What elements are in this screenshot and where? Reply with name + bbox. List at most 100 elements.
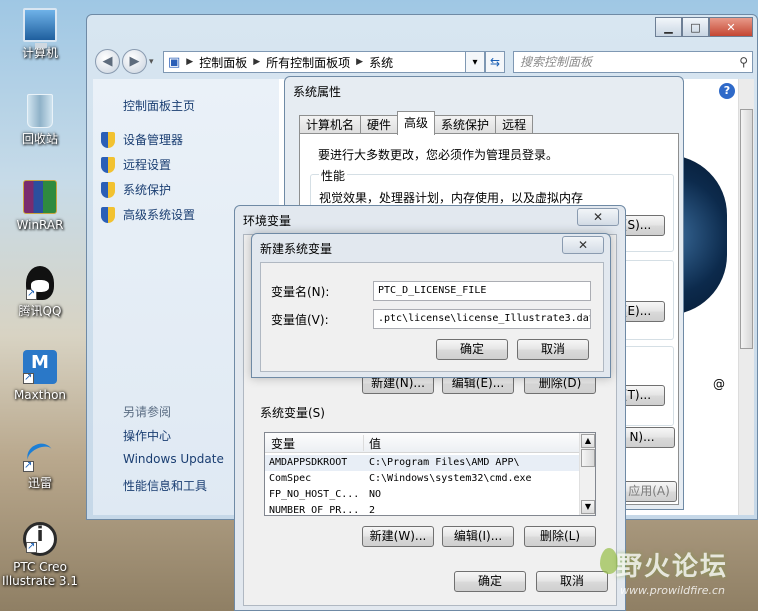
newvar-cancel-button[interactable]: 取消 (517, 339, 589, 360)
address-dropdown-button[interactable]: ▾ (465, 51, 485, 73)
variable-value-label: 变量值(V): (271, 313, 329, 327)
shortcut-arrow-icon (26, 540, 37, 554)
see-also-heading: 另请参阅 (123, 405, 172, 419)
uac-shield-icon (101, 181, 115, 198)
system-new-button[interactable]: 新建(W)... (362, 526, 434, 547)
search-icon[interactable]: ⚲ (739, 52, 748, 72)
desktop-icon-label: WinRAR (16, 218, 64, 232)
group-description: 视觉效果，处理器计划，内存使用，以及虚拟内存 (319, 191, 584, 205)
variable-value: C:\Windows\system32\cmd.exe (369, 473, 532, 484)
link-action-center[interactable]: 操作中心 (123, 427, 171, 444)
close-button[interactable]: ✕ (709, 17, 753, 37)
back-button[interactable]: ◀ (95, 49, 120, 74)
search-input[interactable]: 搜索控制面板 ⚲ (513, 51, 753, 73)
sidebar-item-remote-settings[interactable]: 远程设置 (101, 156, 171, 173)
scrollbar-thumb[interactable] (581, 449, 595, 467)
dialog-title: 新建系统变量 (260, 242, 333, 256)
desktop-icon-qq[interactable]: 腾讯QQ (0, 266, 80, 318)
newvar-ok-button[interactable]: 确定 (436, 339, 508, 360)
dialog-body: 变量名(N): PTC_D_LICENSE_FILE 变量值(V): .ptc\… (260, 262, 604, 372)
variable-name: NUMBER_OF_PR... (269, 505, 359, 516)
address-bar[interactable]: ▣ ▶ 控制面板 ▶ 所有控制面板项 ▶ 系统 (163, 51, 485, 73)
scroll-down-icon[interactable]: ▼ (581, 500, 595, 514)
computer-icon (23, 8, 57, 48)
table-scrollbar[interactable]: ▲ ▼ (579, 433, 595, 515)
column-divider[interactable] (363, 435, 364, 451)
sidebar-item-label: 远程设置 (123, 158, 172, 172)
desktop-icon-label: 迅雷 (27, 476, 52, 490)
content-scrollbar[interactable] (738, 79, 754, 515)
variable-name-field[interactable]: PTC_D_LICENSE_FILE (373, 281, 591, 301)
breadcrumb-all-items[interactable]: 所有控制面板项 (266, 54, 350, 71)
desktop-icon-maxthon[interactable]: Maxthon (0, 350, 80, 402)
sidebar-home-link[interactable]: 控制面板主页 (123, 97, 195, 114)
breadcrumb-system[interactable]: 系统 (369, 54, 393, 71)
scrollbar-thumb[interactable] (740, 109, 753, 349)
maxthon-icon (23, 350, 57, 385)
dialog-title: 环境变量 (243, 214, 292, 228)
close-button[interactable]: ✕ (577, 208, 619, 226)
close-button[interactable]: ✕ (562, 236, 604, 254)
link-performance-info[interactable]: 性能信息和工具 (123, 477, 207, 494)
sidebar-item-label: 系统保护 (123, 183, 172, 197)
link-windows-update[interactable]: Windows Update (123, 452, 224, 466)
maximize-button[interactable]: □ (682, 17, 709, 37)
sidebar-item-device-manager[interactable]: 设备管理器 (101, 131, 183, 148)
variable-value-field[interactable]: .ptc\license\license_Illustrate3.dat (373, 309, 591, 329)
tab-system-protection[interactable]: 系统保护 (434, 115, 497, 135)
desktop-icon-computer[interactable]: 计算机 (0, 8, 80, 60)
desktop-icon-label: Illustrate 3.1 (1, 574, 79, 588)
variable-name-label: 变量名(N): (271, 285, 330, 299)
forward-button[interactable]: ▶ (122, 49, 147, 74)
table-row[interactable]: AMDAPPSDKROOT C:\Program Files\AMD APP\ (265, 455, 581, 471)
tab-remote[interactable]: 远程 (495, 115, 534, 135)
tab-advanced[interactable]: 高级 (397, 111, 436, 135)
sidebar-item-advanced-settings[interactable]: 高级系统设置 (101, 206, 195, 223)
help-icon[interactable]: ? (719, 83, 735, 99)
tab-hardware[interactable]: 硬件 (360, 115, 399, 135)
qq-icon (26, 266, 54, 301)
refresh-button[interactable]: ⇆ (485, 51, 505, 73)
admin-note: 要进行大多数更改，您必须作为管理员登录。 (318, 148, 559, 162)
system-variables-label: 系统变量(S) (260, 406, 325, 420)
system-delete-button[interactable]: 删除(L) (524, 526, 596, 547)
tab-strip: 计算机名 硬件 高级 系统保护 远程 (299, 111, 534, 135)
table-row[interactable]: NUMBER_OF_PR... 2 (265, 503, 581, 516)
breadcrumb-control-panel[interactable]: 控制面板 (199, 54, 247, 71)
sidebar-item-system-protection[interactable]: 系统保护 (101, 181, 171, 198)
uac-shield-icon (101, 156, 115, 173)
shortcut-arrow-icon (23, 459, 34, 473)
tab-computer-name[interactable]: 计算机名 (299, 115, 362, 135)
desktop-icon-recycle-bin[interactable]: 回收站 (0, 94, 80, 146)
nav-buttons: ◀ ▶ ▾ (95, 49, 154, 74)
variable-value: 2 (369, 505, 376, 516)
column-header-variable[interactable]: 变量 (271, 435, 295, 452)
env-ok-button[interactable]: 确定 (454, 571, 526, 592)
window-controls: ▁ □ ✕ (655, 17, 753, 37)
scroll-up-icon[interactable]: ▲ (581, 434, 595, 448)
desktop-icon-label: 回收站 (21, 132, 58, 146)
table-row[interactable]: FP_NO_HOST_C... NO (265, 487, 581, 503)
table-row[interactable]: ComSpec C:\Windows\system32\cmd.exe (265, 471, 581, 487)
control-panel-icon: ▣ (168, 54, 181, 70)
apply-button[interactable]: 应用(A) (621, 481, 677, 502)
column-header-value[interactable]: 值 (369, 435, 381, 452)
ptc-creo-icon (23, 522, 57, 556)
system-edit-button[interactable]: 编辑(I)... (442, 526, 514, 547)
desktop-icon-label: Maxthon (13, 388, 67, 402)
breadcrumb-separator: ▶ (186, 57, 194, 67)
shortcut-arrow-icon (23, 371, 34, 385)
desktop-icon-thunder[interactable]: 迅雷 (0, 438, 80, 490)
table-header: 变量 值 (265, 433, 581, 453)
recent-pages-icon[interactable]: ▾ (149, 57, 154, 67)
uac-shield-icon (101, 131, 115, 148)
sidebar-item-label: 高级系统设置 (123, 208, 196, 222)
breadcrumb-separator: ▶ (253, 57, 261, 67)
new-system-variable-dialog: 新建系统变量 ✕ 变量名(N): PTC_D_LICENSE_FILE 变量值(… (251, 233, 611, 378)
desktop-icon-winrar[interactable]: WinRAR (0, 180, 80, 232)
minimize-button[interactable]: ▁ (655, 17, 682, 37)
recycle-bin-icon (27, 94, 53, 128)
system-variables-table[interactable]: 变量 值 AMDAPPSDKROOT C:\Program Files\AMD … (264, 432, 596, 516)
desktop-icon-ptc-creo[interactable]: PTC Creo Illustrate 3.1 (0, 522, 80, 588)
desktop-icon-label: 腾讯QQ (18, 304, 62, 318)
